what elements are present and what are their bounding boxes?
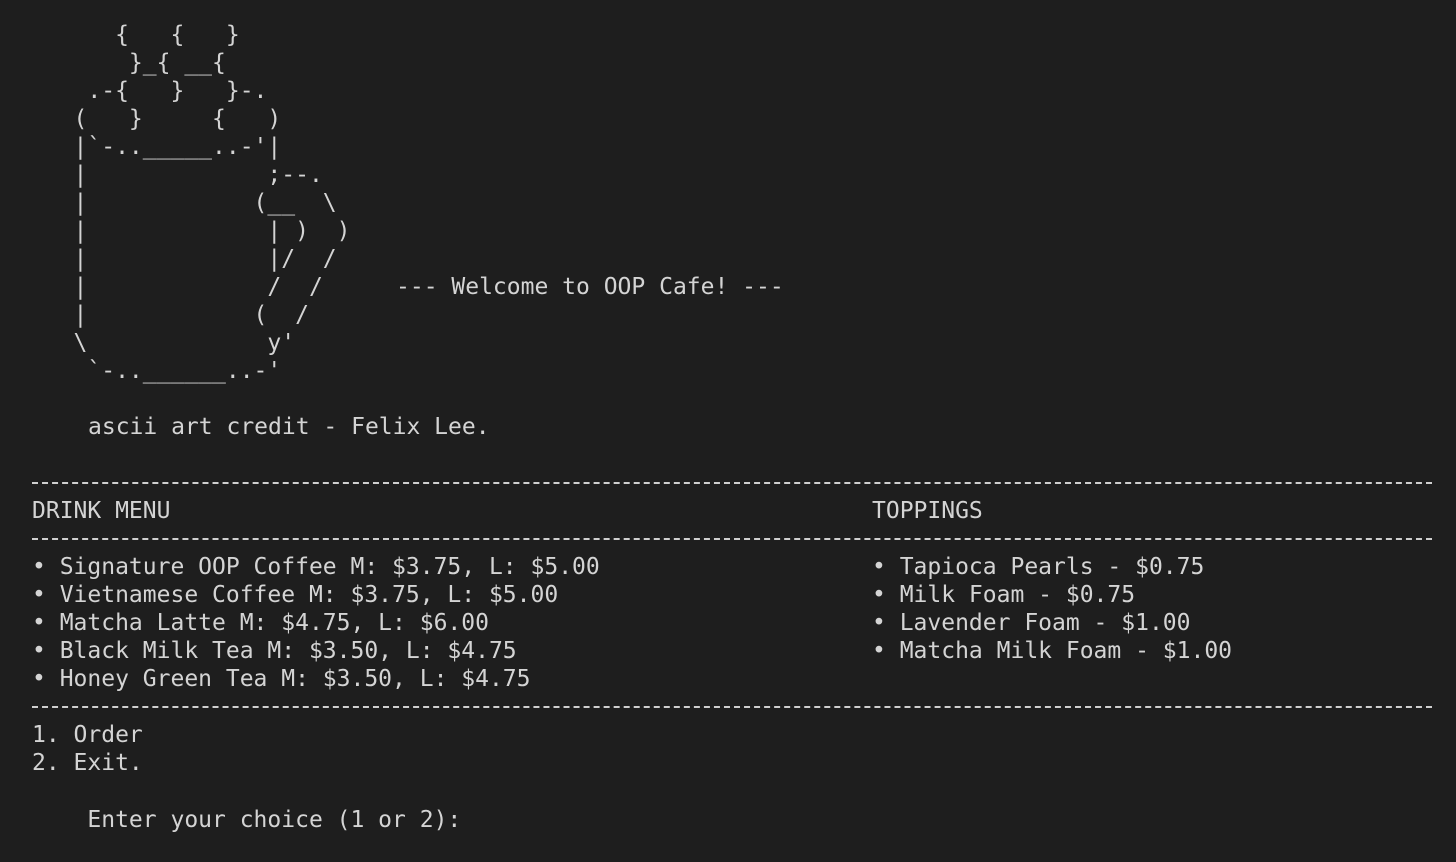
divider-bottom [32, 706, 1432, 708]
ascii-coffee-mug-art: { { } }_{ __{ .-{ } }-. ( } { ) |`-..___… [73, 22, 351, 384]
terminal-window[interactable]: { { } }_{ __{ .-{ } }-. ( } { ) |`-..___… [0, 0, 1456, 833]
drink-item: • Signature OOP Coffee M: $3.75, L: $5.0… [32, 554, 600, 580]
art-credit: ascii art credit - Felix Lee. [88, 414, 490, 440]
choice-prompt-input[interactable]: Enter your choice (1 or 2): [32, 778, 461, 862]
divider-top [32, 482, 1432, 484]
topping-item: • Matcha Milk Foam - $1.00 [872, 638, 1233, 664]
choice-prompt: Enter your choice (1 or 2): [87, 807, 462, 833]
drink-item: • Matcha Latte M: $4.75, L: $6.00 [32, 610, 489, 636]
divider-header [32, 538, 1432, 540]
option-exit: 2. Exit. [32, 750, 143, 776]
topping-item: • Tapioca Pearls - $0.75 [872, 554, 1205, 580]
topping-item: • Milk Foam - $0.75 [872, 582, 1136, 608]
drink-item: • Black Milk Tea M: $3.50, L: $4.75 [32, 638, 517, 664]
option-order: 1. Order [32, 722, 143, 748]
drink-item: • Vietnamese Coffee M: $3.75, L: $5.00 [32, 582, 559, 608]
toppings-header: TOPPINGS [872, 498, 983, 524]
drink-menu-header: DRINK MENU [32, 498, 171, 524]
topping-item: • Lavender Foam - $1.00 [872, 610, 1191, 636]
welcome-banner: --- Welcome to OOP Cafe! --- [396, 274, 784, 300]
drink-item: • Honey Green Tea M: $3.50, L: $4.75 [32, 666, 531, 692]
